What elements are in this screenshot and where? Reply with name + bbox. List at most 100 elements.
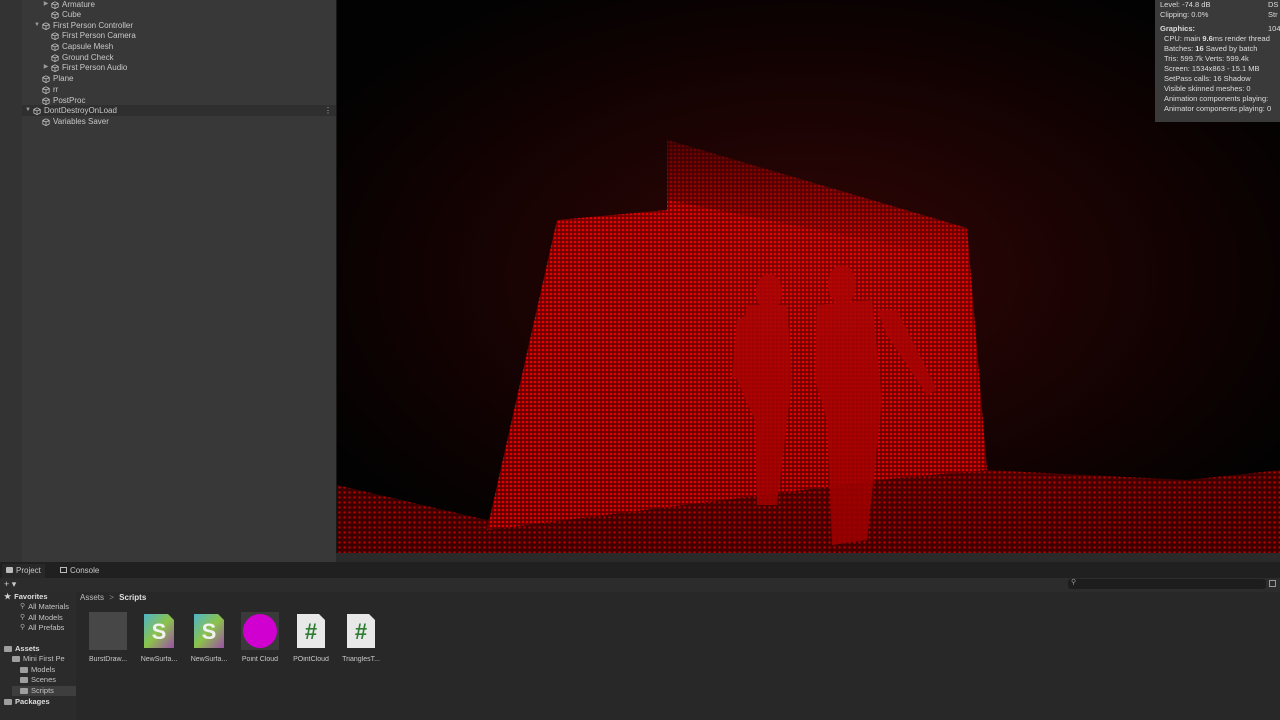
- hierarchy-item-label: Capsule Mesh: [62, 42, 114, 51]
- folder-tree-item[interactable]: ★ Favorites: [4, 592, 48, 602]
- hierarchy-item[interactable]: Cube: [42, 9, 81, 20]
- asset-item[interactable]: BurstDraw...: [84, 612, 132, 663]
- hierarchy-item-label: rr: [53, 85, 59, 94]
- stats-graphics-heading: Graphics: 104: [1160, 24, 1280, 33]
- search-icon: ⚲: [20, 603, 26, 610]
- hierarchy-panel: ▶ Armature Cube ▼ First Person Controller Fir…: [0, 0, 336, 562]
- viewport-bottom-border: [336, 553, 1280, 562]
- hierarchy-item[interactable]: Plane: [33, 73, 73, 84]
- gameobject-cube-icon: [51, 53, 59, 62]
- folder-tree-label: Scenes: [31, 675, 57, 684]
- folder-tree-label: Favorites: [14, 592, 48, 601]
- star-icon: ★: [4, 592, 12, 601]
- breadcrumb-scripts[interactable]: Scripts: [119, 593, 146, 602]
- hierarchy-item-label: Variables Saver: [53, 117, 109, 126]
- hierarchy-item[interactable]: Capsule Mesh: [42, 41, 113, 52]
- gameobject-cube-icon: [42, 117, 50, 126]
- gameobject-cube-icon: [51, 0, 59, 9]
- breadcrumb: Assets > Scripts: [80, 592, 146, 604]
- asset-item[interactable]: S NewSurfa...: [135, 612, 183, 663]
- search-icon: ⚲: [20, 614, 26, 621]
- hierarchy-item-label: DontDestroyOnLoad: [44, 106, 117, 115]
- folder-icon: [12, 656, 20, 662]
- csharp-script-icon: #: [292, 612, 330, 650]
- stats-level: Level: -74.8 dB DS: [1160, 0, 1279, 9]
- bottom-tab-bar: Project Console: [0, 562, 1280, 578]
- svg-text:#: #: [355, 619, 367, 644]
- folder-tree-label: Scripts: [31, 686, 54, 695]
- asset-label: POintCloud: [293, 656, 329, 663]
- expand-down-icon[interactable]: ▼: [24, 105, 32, 116]
- folder-tree-label: Models: [31, 665, 56, 674]
- stats-batches: Batches: 16 Saved by batch: [1164, 44, 1258, 53]
- folder-tree-label: All Models: [28, 613, 63, 622]
- folder-tree-label: All Materials: [28, 602, 69, 611]
- hierarchy-item[interactable]: ▶ First Person Audio: [42, 62, 128, 73]
- stats-cpu: CPU: main 9.6ms render thread: [1164, 34, 1270, 43]
- folder-tree-item[interactable]: Assets: [4, 644, 40, 654]
- asset-item[interactable]: # POintCloud: [287, 612, 335, 663]
- folder-tree-item[interactable]: ⚲ All Materials: [20, 602, 69, 612]
- game-viewport[interactable]: Level: -74.8 dB DS Clipping: 0.0% Str Grap…: [337, 0, 1280, 553]
- folder-tree-item[interactable]: ⚲ All Models: [20, 613, 63, 623]
- material-sphere-icon: [241, 612, 279, 650]
- console-icon: [60, 567, 67, 573]
- stats-animation: Animation components playing:: [1164, 94, 1269, 103]
- expand-right-icon[interactable]: ▶: [42, 62, 50, 73]
- project-panel: Project Console + ▾ ⚲ ★ Favorites ⚲ All Mat…: [0, 562, 1280, 720]
- add-asset-button[interactable]: + ▾: [4, 579, 16, 590]
- hierarchy-gutter: [0, 0, 22, 562]
- folder-tree-label: Mini First Pe: [23, 654, 65, 663]
- hierarchy-item[interactable]: First Person Camera: [42, 30, 136, 41]
- more-options-icon[interactable]: ⋮: [324, 105, 332, 116]
- folder-tree-item[interactable]: Scenes: [20, 675, 56, 685]
- lock-layout-icon[interactable]: [1269, 580, 1276, 587]
- hierarchy-item-label: First Person Camera: [62, 31, 136, 40]
- search-icon: ⚲: [20, 624, 26, 631]
- tab-project[interactable]: Project: [2, 564, 45, 578]
- gameobject-cube-icon: [42, 85, 50, 94]
- svg-text:#: #: [305, 619, 317, 644]
- asset-label: NewSurfa...: [190, 656, 228, 663]
- tab-console[interactable]: Console: [56, 564, 103, 578]
- folder-icon: [4, 699, 12, 705]
- project-search-input[interactable]: ⚲: [1068, 579, 1266, 589]
- asset-label: NewSurfa...: [140, 656, 178, 663]
- stats-screen: Screen: 1534x863 - 15.1 MB: [1164, 64, 1260, 73]
- hierarchy-item[interactable]: ▼ DontDestroyOnLoad ⋮: [22, 105, 336, 116]
- hierarchy-item-label: First Person Audio: [62, 63, 128, 72]
- empty-thumb-icon: [89, 612, 127, 650]
- stats-setpass: SetPass calls: 16 Shadow: [1164, 74, 1251, 83]
- hierarchy-item[interactable]: Variables Saver: [33, 116, 109, 127]
- folder-tree-item[interactable]: Packages: [4, 697, 50, 707]
- folder-tree-item[interactable]: Mini First Pe: [12, 654, 65, 664]
- folder-icon: [20, 667, 28, 673]
- folder-icon: [4, 646, 12, 652]
- svg-text:S: S: [152, 619, 167, 644]
- stats-animator: Animator components playing: 0: [1164, 104, 1272, 113]
- gameobject-cube-icon: [51, 63, 59, 72]
- folder-tree-label: All Prefabs: [28, 623, 65, 632]
- folder-tree-item[interactable]: ⚲ All Prefabs: [20, 623, 64, 633]
- asset-item[interactable]: S NewSurfa...: [185, 612, 233, 663]
- asset-item[interactable]: # TrianglesT...: [337, 612, 385, 663]
- folder-tree-label: Packages: [15, 697, 50, 706]
- csharp-script-icon: #: [342, 612, 380, 650]
- search-icon: ⚲: [1071, 579, 1077, 586]
- asset-item[interactable]: Point Cloud: [236, 612, 284, 663]
- folder-tree-item[interactable]: Scripts: [12, 686, 76, 696]
- svg-text:S: S: [202, 619, 217, 644]
- expand-down-icon[interactable]: ▼: [33, 20, 41, 31]
- hierarchy-item[interactable]: rr: [33, 84, 58, 95]
- gameobject-cube-icon: [51, 31, 59, 40]
- breadcrumb-separator: >: [109, 593, 114, 602]
- scene-icon: [33, 106, 41, 115]
- gameobject-cube-icon: [51, 42, 59, 51]
- folder-icon: [20, 677, 28, 683]
- stats-clipping: Clipping: 0.0% Str: [1160, 10, 1278, 19]
- gameobject-cube-icon: [51, 10, 59, 19]
- folder-tree-item[interactable]: Models: [20, 665, 55, 675]
- breadcrumb-assets[interactable]: Assets: [80, 593, 104, 602]
- point-cloud-render: [337, 0, 1280, 553]
- folder-icon: [6, 567, 13, 573]
